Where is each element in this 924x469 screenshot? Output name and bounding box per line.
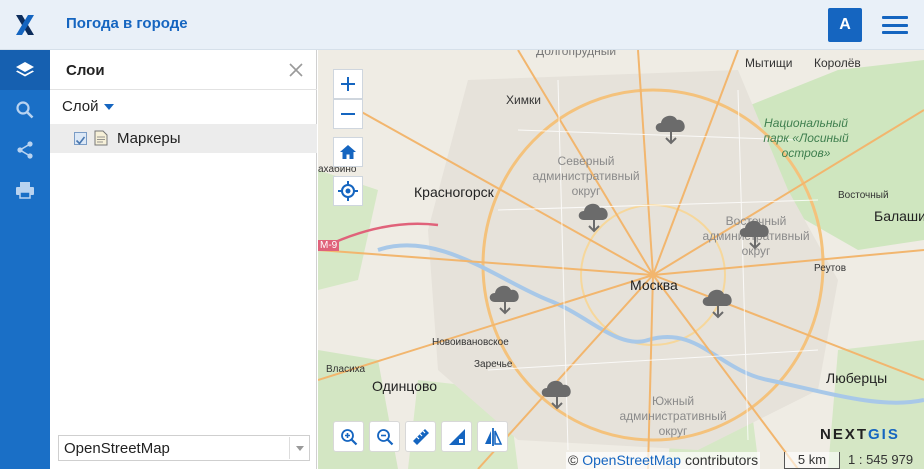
home-button[interactable]: [333, 137, 363, 167]
layer-dropdown-label: Слой: [62, 98, 99, 115]
map-label: Королёв: [814, 56, 861, 70]
map-label: Реутов: [814, 263, 847, 274]
layers-icon[interactable]: [0, 50, 50, 90]
chevron-down-icon[interactable]: [289, 437, 309, 459]
cloud-rain-icon[interactable]: [486, 280, 524, 316]
osm-link[interactable]: OpenStreetMap: [582, 452, 681, 468]
compare-button[interactable]: [478, 422, 507, 451]
map-label-park: Национальный парк «Лосиный остров»: [763, 116, 849, 160]
layer-label: Маркеры: [117, 130, 181, 147]
map-label: Мытищи: [745, 56, 793, 70]
cloud-rain-icon[interactable]: [575, 198, 613, 234]
close-icon[interactable]: [286, 60, 306, 80]
print-icon[interactable]: [0, 170, 50, 210]
map-label: Восточный: [838, 190, 889, 201]
map-label: Заречье: [474, 359, 513, 370]
scale-ratio: 1 : 545 979: [848, 452, 914, 467]
map-label: Долгопрудный: [536, 50, 617, 58]
menu-icon[interactable]: [880, 12, 910, 38]
layers-panel: Слои Слой Маркеры OpenStreetMap: [50, 50, 317, 469]
map-label-district: Южный административный округ: [619, 394, 727, 438]
map-label: Балаши: [874, 208, 924, 224]
share-icon[interactable]: [0, 130, 50, 170]
app-header: Погода в городе A: [0, 0, 924, 50]
map-view[interactable]: Долгопрудный Мытищи Королёв Химки Национ…: [318, 50, 924, 469]
cloud-rain-icon[interactable]: [652, 110, 690, 146]
map-label-road: М-9: [318, 240, 340, 251]
layer-dropdown[interactable]: Слой: [62, 98, 115, 115]
layer-checkbox[interactable]: [74, 132, 87, 145]
search-icon[interactable]: [0, 90, 50, 130]
map-label: Люберцы: [826, 370, 888, 386]
sidebar: [0, 50, 50, 469]
panel-header: Слои: [50, 50, 317, 90]
map-label-city: Москва: [630, 277, 678, 293]
user-avatar-button[interactable]: A: [828, 8, 862, 42]
layer-item[interactable]: Маркеры: [50, 124, 317, 153]
map-attribution: © OpenStreetMap contributors: [566, 452, 761, 469]
zoom-in-box-button[interactable]: [334, 422, 363, 451]
zoom-in-icon: [341, 77, 355, 91]
document-icon: [94, 130, 108, 151]
measure-distance-button[interactable]: [406, 422, 435, 451]
basemap-select[interactable]: OpenStreetMap: [58, 435, 310, 461]
locate-icon: [338, 181, 358, 201]
measure-area-button[interactable]: [442, 422, 471, 451]
zoom-in-box-icon: [340, 428, 357, 445]
cloud-rain-icon[interactable]: [699, 284, 737, 320]
home-icon: [340, 145, 356, 159]
map-label: Красногорск: [414, 184, 494, 200]
compare-icon: [484, 427, 502, 446]
map-label: Власиха: [326, 364, 366, 375]
zoom-out-icon: [341, 113, 355, 115]
basemap-value: OpenStreetMap: [64, 440, 170, 457]
zoom-out-button[interactable]: [333, 99, 363, 129]
scale-bar: 5 km: [784, 452, 840, 469]
cloud-rain-icon[interactable]: [538, 375, 576, 411]
nextgis-logo: NEXTGIS: [820, 426, 900, 443]
map-label: Одинцово: [372, 378, 438, 394]
area-measure-icon: [448, 428, 465, 445]
ruler-icon: [412, 428, 429, 445]
zoom-out-box-button[interactable]: [370, 422, 399, 451]
caret-down-icon: [104, 103, 115, 110]
nextgis-logo-icon[interactable]: [0, 0, 50, 50]
map-label-district: Северный административный округ: [532, 154, 640, 198]
app-title: Погода в городе: [66, 15, 188, 32]
zoom-out-box-icon: [376, 428, 393, 445]
map-label: Новоивановское: [432, 337, 509, 348]
panel-title: Слои: [66, 62, 105, 79]
zoom-in-button[interactable]: [333, 69, 363, 99]
cloud-rain-icon[interactable]: [736, 215, 774, 251]
map-label: Химки: [506, 93, 541, 107]
locate-button[interactable]: [333, 176, 363, 206]
